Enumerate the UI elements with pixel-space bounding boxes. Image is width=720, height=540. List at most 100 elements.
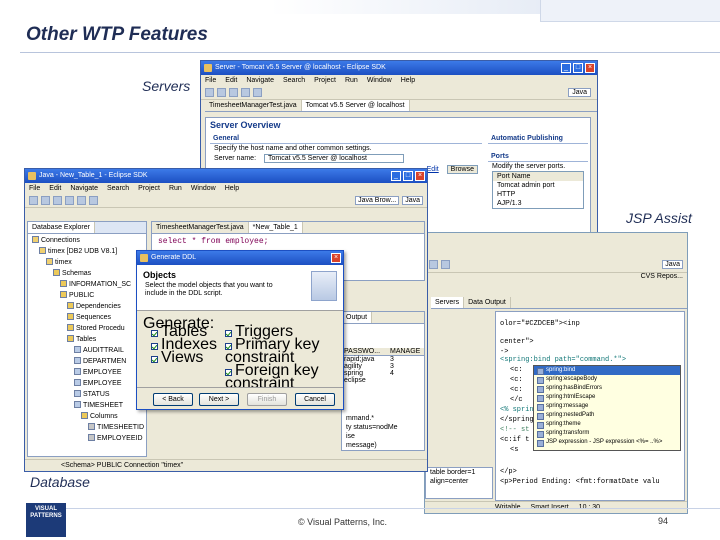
perspective-cvs[interactable]: CVS Repos... [425, 273, 687, 283]
maximize-button[interactable]: □ [403, 171, 413, 181]
menu-search[interactable]: Search [283, 77, 305, 84]
tree-item[interactable]: Sequences [67, 313, 111, 322]
tab-servers[interactable]: Servers [431, 297, 465, 308]
tree-item[interactable]: Columns [81, 412, 118, 421]
port-row[interactable]: AJP/1.3 [493, 199, 583, 208]
perspective-java[interactable]: Java [568, 88, 591, 97]
debug-icon[interactable] [241, 88, 250, 97]
print-icon[interactable] [229, 88, 238, 97]
code-line: <spring:bind path="command.*"> [500, 356, 627, 364]
tree-item[interactable]: Dependencies [67, 302, 121, 311]
debug-icon[interactable] [65, 196, 74, 205]
table-row[interactable]: eclipse [342, 377, 424, 384]
tree-item[interactable]: Stored Procedu [67, 324, 125, 333]
next-button[interactable]: Next > [199, 393, 239, 406]
tree-item[interactable]: INFORMATION_SC [60, 280, 131, 289]
suggestion-item[interactable]: spring:theme [534, 420, 680, 429]
tab-data-output[interactable]: Data Output [464, 297, 511, 308]
content-assist-popup[interactable]: spring:bind spring:escapeBody spring:has… [533, 365, 681, 451]
menu-edit[interactable]: Edit [225, 77, 237, 84]
tree-item[interactable]: TIMESHEET [74, 401, 123, 410]
primary-key-checkbox[interactable]: Primary key constraint [225, 337, 343, 366]
perspective-java[interactable]: Java [402, 196, 423, 205]
new-icon[interactable] [205, 88, 214, 97]
sql-statement[interactable]: select * from employee; [152, 234, 424, 249]
ports-heading[interactable]: Ports [488, 152, 588, 162]
browse-button[interactable]: Browse [446, 165, 478, 174]
minimize-button[interactable]: _ [561, 63, 571, 73]
menu-run[interactable]: Run [345, 77, 358, 84]
menu-help[interactable]: Help [225, 185, 239, 192]
suggestion-item[interactable]: spring:escapeBody [534, 375, 680, 384]
tree-item[interactable]: Connections [32, 236, 80, 245]
suggestion-item[interactable]: JSP expression - JSP expression <%= ..%> [534, 438, 680, 447]
suggestion-item[interactable]: spring:hasBindErrors [534, 384, 680, 393]
menu-navigate[interactable]: Navigate [246, 77, 274, 84]
tree-item[interactable]: TIMESHEETID [88, 423, 144, 432]
menu-window[interactable]: Window [367, 77, 392, 84]
menu-run[interactable]: Run [169, 185, 182, 192]
tab-output[interactable]: Output [342, 312, 373, 323]
tree-item[interactable]: DEPARTMEN [74, 357, 126, 366]
tab-tomcat-server[interactable]: Tomcat v5.5 Server @ localhost [301, 100, 410, 111]
menu-edit[interactable]: Edit [49, 185, 61, 192]
minimize-button[interactable]: _ [391, 171, 401, 181]
tree-item[interactable]: EMPLOYEEID [88, 434, 143, 443]
suggestion-item[interactable]: spring:bind [534, 366, 680, 375]
tree-item[interactable]: Tables [67, 335, 96, 344]
save-icon[interactable] [41, 196, 50, 205]
back-button[interactable]: < Back [153, 393, 193, 406]
close-button[interactable]: × [415, 171, 425, 181]
automatic-publishing-heading[interactable]: Automatic Publishing [488, 134, 588, 144]
close-button[interactable]: × [331, 253, 341, 263]
port-row[interactable]: Tomcat admin port [493, 181, 583, 190]
menu-project[interactable]: Project [314, 77, 336, 84]
jsp-tool-icon[interactable] [429, 260, 438, 269]
table-row[interactable]: rapid;java 3 [342, 356, 424, 363]
suggestion-item[interactable]: spring:htmlEscape [534, 393, 680, 402]
suggestion-item[interactable]: spring:nestedPath [534, 411, 680, 420]
perspective-java-browsing[interactable]: Java Brow... [355, 196, 400, 205]
menu-file[interactable]: File [29, 185, 40, 192]
outline-row[interactable]: table border=1 [426, 468, 492, 477]
save-icon[interactable] [217, 88, 226, 97]
suggestion-item[interactable]: spring:message [534, 402, 680, 411]
suggestion-item[interactable]: spring:transform [534, 429, 680, 438]
table-row[interactable]: agility 3 [342, 363, 424, 370]
menu-file[interactable]: File [205, 77, 216, 84]
cancel-button[interactable]: Cancel [295, 393, 335, 406]
tree-item[interactable]: EMPLOYEE [74, 368, 122, 377]
run-icon[interactable] [77, 196, 86, 205]
port-row[interactable]: HTTP [493, 190, 583, 199]
search-icon[interactable] [89, 196, 98, 205]
tab-database-explorer[interactable]: Database Explorer [28, 222, 95, 233]
general-heading[interactable]: General [210, 134, 482, 144]
jsp-tool-icon[interactable] [441, 260, 450, 269]
perspective-java[interactable]: Java [662, 260, 683, 269]
close-button[interactable]: × [585, 63, 595, 73]
menu-help[interactable]: Help [401, 77, 415, 84]
run-icon[interactable] [253, 88, 262, 97]
edit-link[interactable]: Edit [427, 166, 439, 173]
menu-search[interactable]: Search [107, 185, 129, 192]
tree-item[interactable]: EMPLOYEE [74, 379, 122, 388]
tree-item[interactable]: timex [46, 258, 72, 267]
maximize-button[interactable]: □ [573, 63, 583, 73]
print-icon[interactable] [53, 196, 62, 205]
tree-item[interactable]: AUDITTRAIL [74, 346, 124, 355]
outline-row[interactable]: align=center [426, 477, 492, 486]
tree-item[interactable]: PUBLIC [60, 291, 94, 300]
tree-item[interactable]: Schemas [53, 269, 91, 278]
menu-window[interactable]: Window [191, 185, 216, 192]
tree-item[interactable]: STATUS [74, 390, 110, 399]
tab-new-table[interactable]: *New_Table_1 [248, 222, 303, 233]
server-name-field[interactable]: Tomcat v5.5 Server @ localhost [263, 154, 404, 163]
menu-project[interactable]: Project [138, 185, 160, 192]
table-row[interactable]: spring 4 [342, 370, 424, 377]
tree-item[interactable]: timex [DB2 UDB V8.1] [39, 247, 117, 256]
tab-timesheet-test[interactable]: TimesheetManagerTest.java [152, 222, 249, 233]
finish-button[interactable]: Finish [247, 393, 287, 406]
tab-timesheet-test[interactable]: TimesheetManagerTest.java [205, 100, 302, 111]
menu-navigate[interactable]: Navigate [70, 185, 98, 192]
new-icon[interactable] [29, 196, 38, 205]
